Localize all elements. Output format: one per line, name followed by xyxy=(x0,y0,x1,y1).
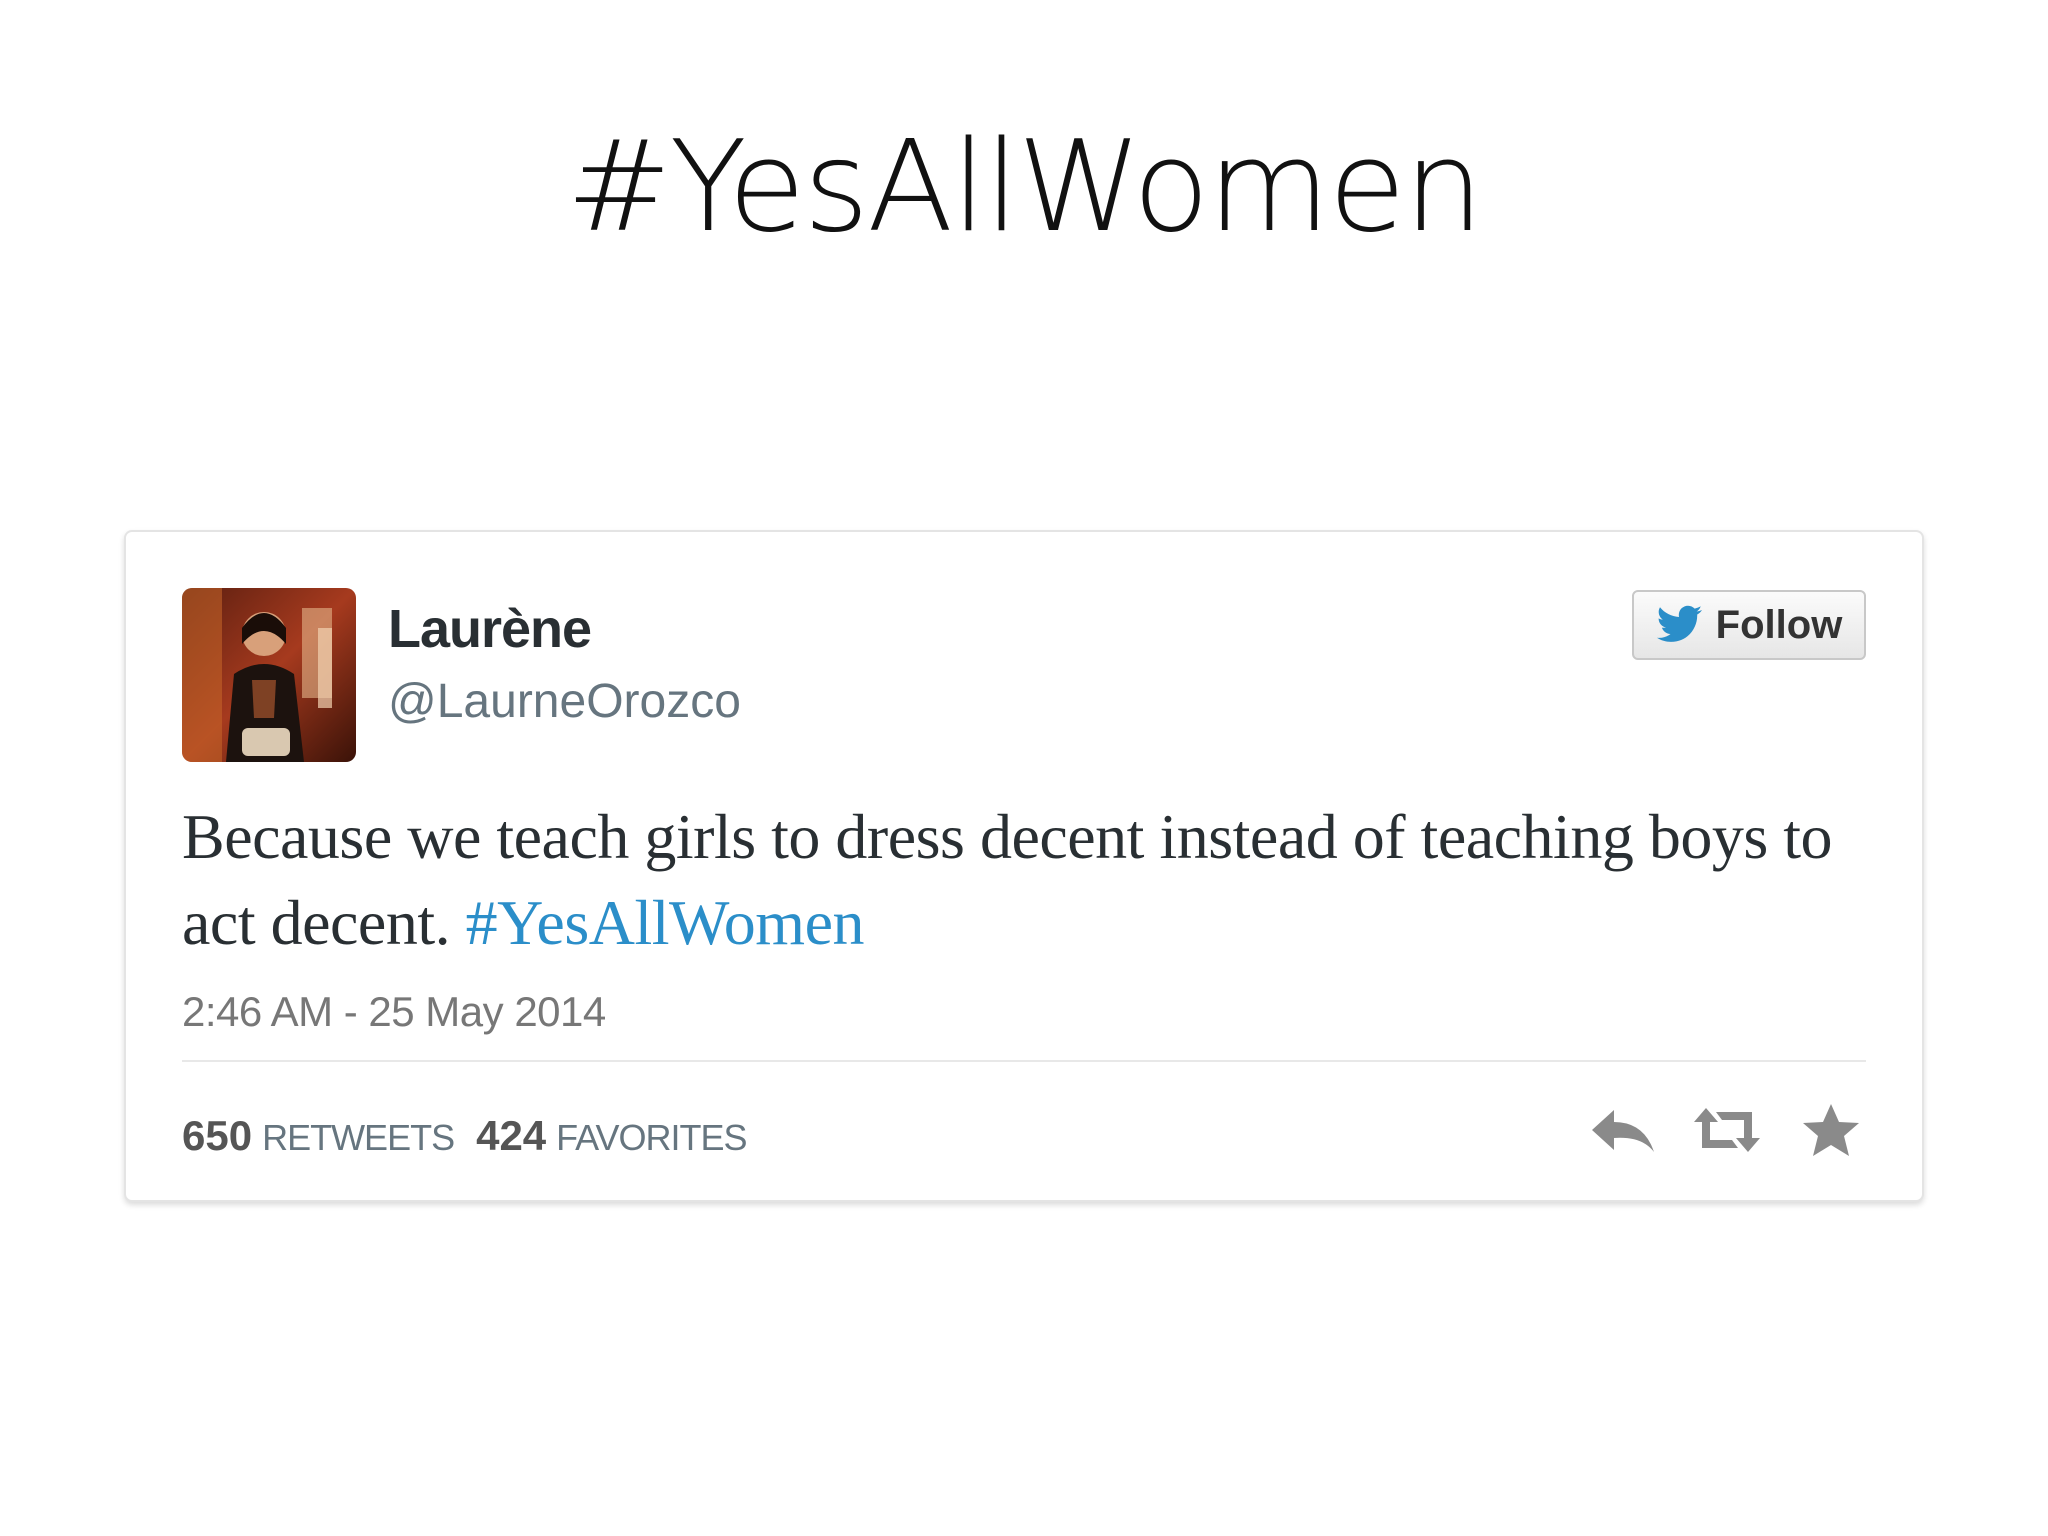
favorites-stat[interactable]: 424 FAVORITES xyxy=(476,1112,747,1160)
favorite-count: 424 xyxy=(476,1112,547,1159)
tweet-card: Laurène @LaurneOrozco Follow Because we … xyxy=(124,530,1924,1202)
retweet-icon[interactable] xyxy=(1692,1102,1762,1158)
retweets-stat[interactable]: 650 RETWEETS xyxy=(182,1112,455,1160)
follow-label: Follow xyxy=(1715,602,1843,647)
slide-title: #YesAllWomen xyxy=(566,113,1484,260)
tweet-timestamp[interactable]: 2:46 AM - 25 May 2014 xyxy=(182,988,606,1036)
favorite-label: FAVORITES xyxy=(556,1117,747,1158)
tweet-stats: 650 RETWEETS 424 FAVORITES xyxy=(182,1112,748,1160)
avatar-image xyxy=(182,588,356,762)
follow-button[interactable]: Follow xyxy=(1632,590,1866,660)
hashtag-link[interactable]: #YesAllWomen xyxy=(466,887,865,958)
tweet-actions xyxy=(1588,1102,1866,1158)
avatar[interactable] xyxy=(182,588,356,762)
user-handle[interactable]: @LaurneOrozco xyxy=(388,674,741,729)
retweet-label: RETWEETS xyxy=(262,1117,455,1158)
twitter-bird-icon xyxy=(1656,605,1702,642)
tweet-body-text: Because we teach girls to dress decent i… xyxy=(182,801,1833,958)
display-name[interactable]: Laurène xyxy=(388,598,592,660)
divider xyxy=(182,1060,1866,1062)
retweet-count: 650 xyxy=(182,1112,253,1159)
reply-icon[interactable] xyxy=(1588,1102,1658,1158)
favorite-icon[interactable] xyxy=(1796,1102,1866,1158)
tweet-text: Because we teach girls to dress decent i… xyxy=(182,794,1862,966)
